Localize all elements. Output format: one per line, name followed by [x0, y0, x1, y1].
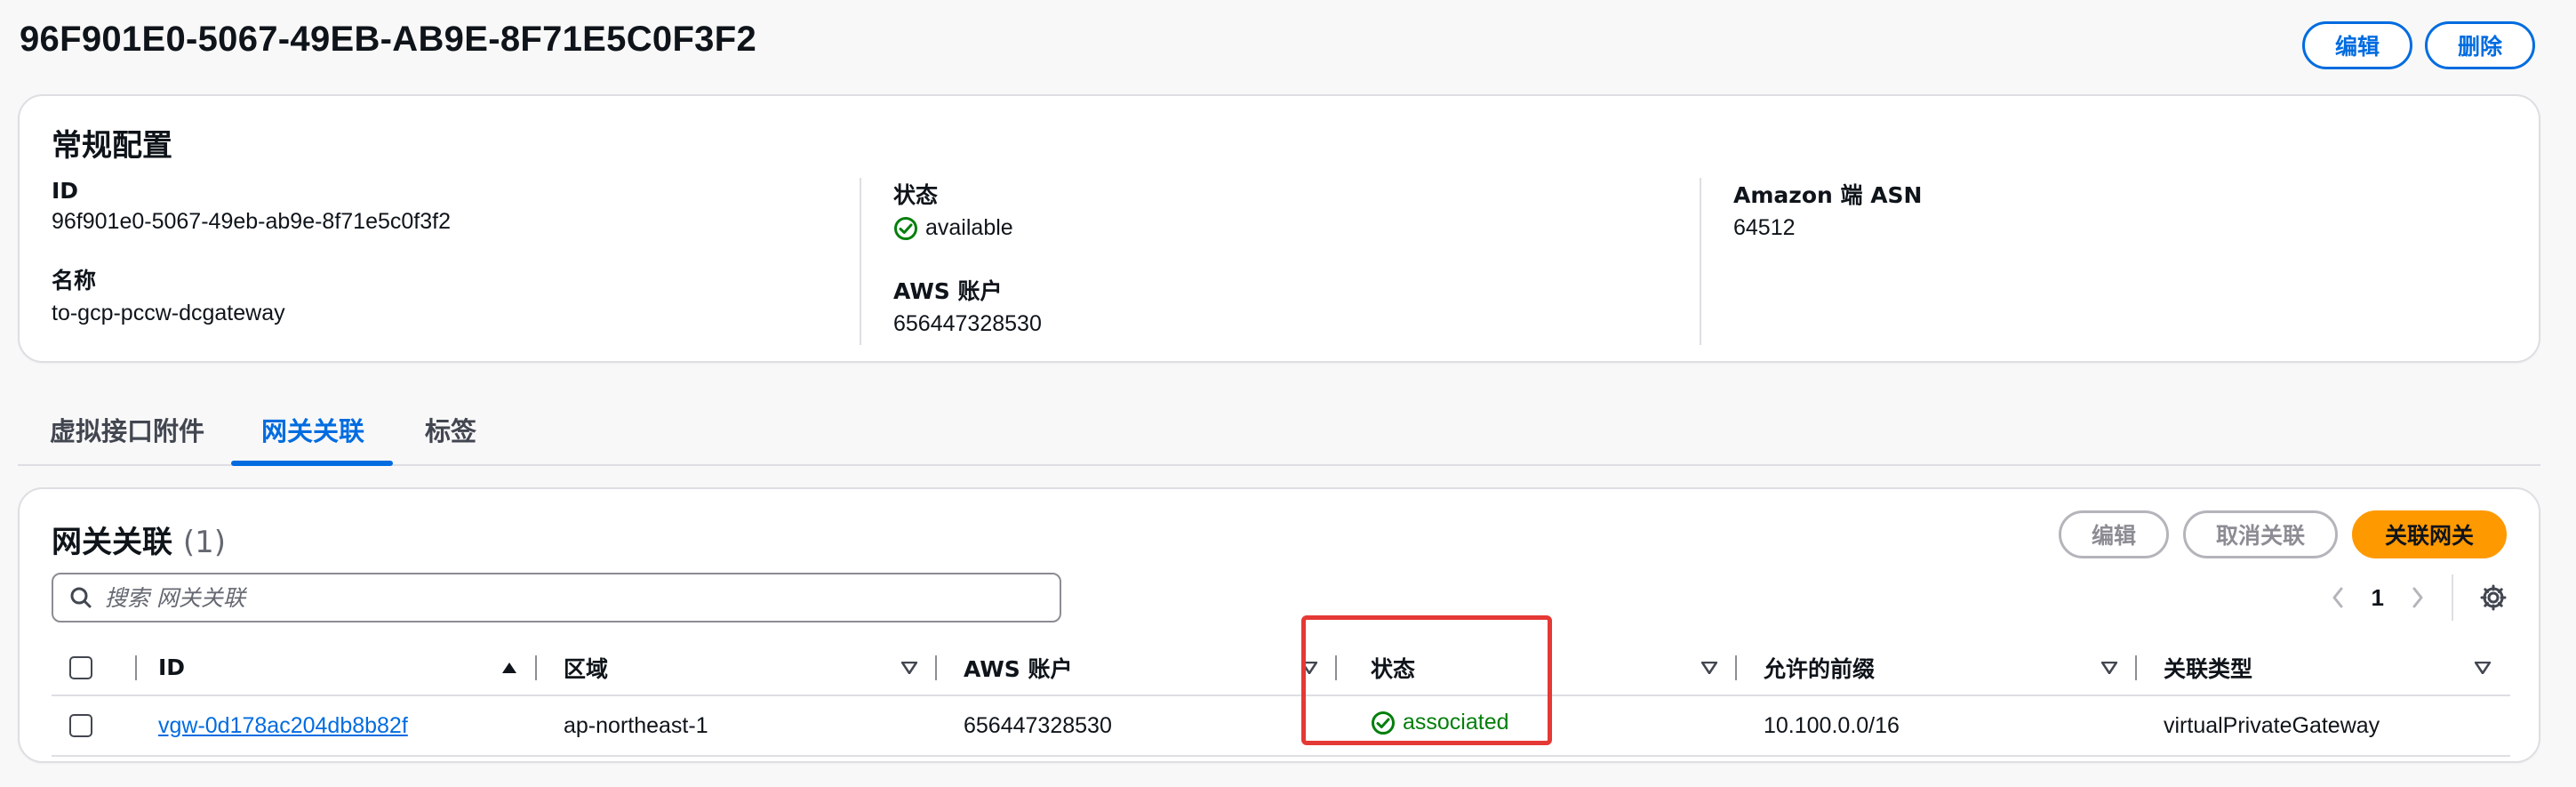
column-header-id[interactable]: ID [137, 640, 537, 696]
associations-count: (1) [182, 525, 227, 560]
select-all-header [52, 640, 137, 696]
row-region-cell: ap-northeast-1 [537, 695, 937, 757]
edit-association-button[interactable]: 编辑 [2059, 510, 2169, 558]
row-association-type-cell: virtualPrivateGateway [2137, 695, 2510, 757]
current-page[interactable]: 1 [2372, 584, 2384, 612]
delete-button[interactable]: 删除 [2425, 21, 2535, 69]
associations-title-text: 网关关联 [52, 525, 172, 560]
association-status-text: associated [1403, 710, 1509, 735]
status-label: 状态 [893, 182, 939, 208]
status-value: available [893, 215, 1013, 241]
gateway-associations-panel: 网关关联 (1) 编辑 取消关联 关联网关 1 [18, 487, 2540, 763]
sort-icon[interactable] [901, 661, 917, 674]
config-column-1: ID 96f901e0-5067-49eb-ab9e-8f71e5c0f3f2 … [20, 178, 860, 345]
check-circle-icon [1372, 711, 1395, 735]
row-id-cell: vgw-0d178ac204db8b82f [137, 695, 537, 757]
general-config-title: 常规配置 [52, 128, 172, 164]
pagination: 1 [2331, 574, 2507, 621]
table-header-row: ID 区域 AWS 账户 状态 允许的前缀 关联类型 [52, 640, 2510, 696]
chevron-left-icon[interactable] [2331, 586, 2345, 609]
column-allowed-prefixes-label: 允许的前缀 [1764, 655, 1876, 682]
column-header-association-type[interactable]: 关联类型 [2137, 640, 2510, 696]
column-status-label: 状态 [1371, 655, 1416, 682]
id-field: ID 96f901e0-5067-49eb-ab9e-8f71e5c0f3f2 [52, 178, 860, 235]
gateway-id-link[interactable]: vgw-0d178ac204db8b82f [158, 713, 408, 738]
row-allowed-prefixes-cell: 10.100.0.0/16 [1737, 695, 2137, 757]
column-association-type-label: 关联类型 [2164, 655, 2253, 682]
active-tab-indicator [231, 461, 393, 466]
column-id-label: ID [158, 654, 186, 680]
chevron-right-icon[interactable] [2411, 586, 2425, 609]
edit-button[interactable]: 编辑 [2302, 21, 2412, 69]
column-header-aws-account[interactable]: AWS 账户 [937, 640, 1337, 696]
search-icon [70, 587, 92, 608]
name-field: 名称 to-gcp-pccw-dcgateway [52, 263, 860, 326]
general-config-panel: 常规配置 ID 96f901e0-5067-49eb-ab9e-8f71e5c0… [18, 94, 2540, 363]
status-field: 状态 available [893, 178, 1700, 245]
tab-tags[interactable]: 标签 [425, 411, 476, 473]
pager-divider [2452, 574, 2453, 621]
status-text: available [925, 215, 1013, 240]
row-aws-account-cell: 656447328530 [937, 695, 1337, 757]
column-aws-account-label: AWS 账户 [964, 655, 1073, 682]
row-select-cell [52, 695, 137, 757]
associations-title: 网关关联 (1) [52, 518, 226, 561]
name-value: to-gcp-pccw-dcgateway [52, 301, 285, 325]
row-checkbox[interactable] [69, 714, 92, 737]
search-input[interactable] [105, 584, 994, 611]
amazon-asn-label: Amazon 端 ASN [1733, 182, 1923, 208]
settings-gear-icon[interactable] [2480, 584, 2507, 611]
name-label: 名称 [52, 268, 97, 293]
sort-icon[interactable] [1701, 661, 1717, 674]
column-header-allowed-prefixes[interactable]: 允许的前缀 [1737, 640, 2137, 696]
row-status-cell: associated [1337, 695, 1737, 757]
associations-table: ID 区域 AWS 账户 状态 允许的前缀 关联类型 vgw-0d178ac20… [52, 640, 2510, 757]
column-region-label: 区域 [564, 655, 609, 682]
select-all-checkbox[interactable] [69, 655, 92, 679]
table-row: vgw-0d178ac204db8b82f ap-northeast-1 656… [52, 695, 2510, 757]
sort-icon[interactable] [1301, 661, 1317, 674]
tab-virtual-interface-attachments[interactable]: 虚拟接口附件 [50, 411, 204, 473]
column-header-status[interactable]: 状态 [1337, 640, 1737, 696]
amazon-asn-value: 64512 [1733, 215, 1796, 240]
sort-ascending-icon[interactable] [501, 662, 517, 674]
aws-account-value: 656447328530 [893, 310, 1042, 336]
config-column-2: 状态 available AWS 账户 656447328530 [860, 178, 1700, 345]
sort-icon[interactable] [2475, 661, 2491, 674]
aws-account-label: AWS 账户 [893, 277, 1003, 304]
sort-icon[interactable] [2101, 661, 2117, 674]
column-header-region[interactable]: 区域 [537, 640, 937, 696]
id-value: 96f901e0-5067-49eb-ab9e-8f71e5c0f3f2 [52, 209, 451, 234]
associations-actions: 编辑 取消关联 关联网关 [2059, 510, 2507, 558]
config-column-3: Amazon 端 ASN 64512 [1700, 178, 2540, 345]
association-status: associated [1371, 710, 1509, 735]
associate-gateway-button[interactable]: 关联网关 [2352, 510, 2507, 558]
header-actions: 编辑 删除 [2302, 21, 2535, 69]
tab-bar: 虚拟接口附件 网关关联 标签 [18, 400, 2540, 466]
disassociate-button[interactable]: 取消关联 [2183, 510, 2338, 558]
search-box[interactable] [52, 573, 1061, 622]
id-label: ID [52, 178, 79, 204]
check-circle-icon [894, 216, 917, 240]
page-title: 96F901E0-5067-49EB-AB9E-8F71E5C0F3F2 [20, 20, 757, 59]
amazon-asn-field: Amazon 端 ASN 64512 [1733, 178, 2540, 241]
aws-account-field: AWS 账户 656447328530 [893, 274, 1700, 337]
